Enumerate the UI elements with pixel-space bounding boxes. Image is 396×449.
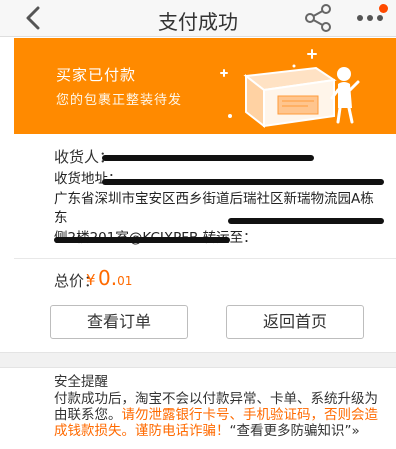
section-separator (0, 352, 396, 368)
back-home-button[interactable]: 返回首页 (226, 305, 364, 339)
anti-fraud-link[interactable]: “查看更多防骗知识” (230, 423, 352, 439)
banner-title: 买家已付款 (56, 66, 137, 84)
share-button[interactable] (300, 2, 336, 34)
link-arrows-icon[interactable]: » (352, 423, 360, 439)
divider (14, 258, 396, 259)
price-amount: 0.01 (98, 266, 132, 290)
page-title: 支付成功 (158, 10, 238, 34)
notification-dot (379, 4, 388, 13)
payment-status-banner: 买家已付款 您的包裹正整装待发 (14, 38, 396, 134)
security-notice: 安全提醒 付款成功后，淘宝不会以付款异常、卡单、系统升级为由联系您。请勿泄露银行… (54, 374, 390, 439)
nav-bar: 支付成功 (0, 0, 396, 37)
price-main: 0. (98, 266, 118, 290)
package-illustration-icon (220, 49, 360, 129)
notice-title: 安全提醒 (54, 374, 108, 390)
view-order-button[interactable]: 查看订单 (50, 305, 188, 339)
banner-subtitle: 您的包裹正整装待发 (56, 93, 183, 108)
price-cents: 01 (117, 274, 133, 288)
redaction-bar (102, 155, 314, 161)
more-button[interactable] (352, 2, 392, 34)
redaction-bar (54, 237, 230, 243)
redaction-bar (102, 179, 384, 185)
price-currency: ¥ (86, 271, 96, 289)
notice-text: 付款成功后，淘宝不会以付款异常、卡单、系统升级为由联系您。请勿泄露银行卡号、手机… (54, 391, 390, 439)
redaction-bar (228, 218, 384, 224)
share-icon (305, 4, 331, 32)
